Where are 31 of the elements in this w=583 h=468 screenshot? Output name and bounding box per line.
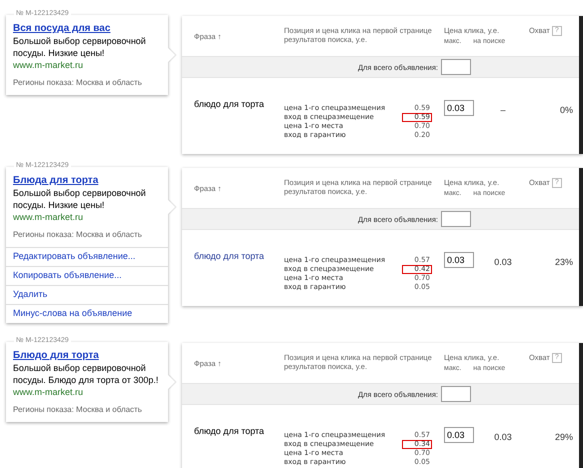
regions-text: Регионы показа: Москва и область [13, 230, 143, 239]
phrase-text: блюдо для торта [194, 99, 264, 109]
ad-title-link[interactable]: Вся посуда для вас [13, 22, 162, 35]
menu-item[interactable]: Минус-слова на объявление [6, 304, 168, 323]
max-bid-field[interactable]: 0.03 [444, 427, 474, 443]
bid-input[interactable] [441, 386, 471, 402]
regions-text: Регионы показа: Москва и область [13, 405, 143, 414]
bid-input[interactable] [441, 211, 471, 227]
menu-item[interactable]: Копировать объявление... [6, 266, 168, 285]
ad-title-link[interactable]: Блюда для торта [13, 174, 162, 187]
ad-text: Большой выбор сервировочной посуды. Низкие цены! [13, 35, 147, 59]
phrase-text: блюдо для торта [194, 251, 264, 261]
bid-input[interactable] [441, 59, 471, 75]
on-search-value: – [500, 105, 506, 115]
on-search-value: 0.03 [494, 432, 512, 442]
phrase-text: блюдо для торта [194, 426, 264, 436]
ad-url: www.m-market.ru [13, 59, 84, 72]
coverage-value: 29% [554, 432, 573, 442]
menu-item[interactable]: Редактировать объявление... [6, 247, 168, 266]
max-bid-field[interactable]: 0.03 [444, 100, 474, 116]
ad-title-link[interactable]: Блюдо для торта [13, 349, 162, 362]
ad-url: www.m-market.ru [13, 211, 84, 224]
ad-text: Большой выбор сервировочной посуды. Низкие цены! [13, 187, 147, 211]
coverage-value: 0% [560, 105, 573, 115]
ad-url: www.m-market.ru [13, 386, 84, 399]
menu-item[interactable]: Удалить [6, 285, 168, 304]
regions-text: Регионы показа: Москва и область [13, 78, 143, 87]
coverage-value: 23% [554, 257, 573, 267]
max-bid-field[interactable]: 0.03 [444, 252, 474, 268]
ad-text: Большой выбор сервировочной посуды. Блюдо для торта от 300р.! [13, 362, 160, 386]
on-search-value: 0.03 [494, 257, 512, 267]
